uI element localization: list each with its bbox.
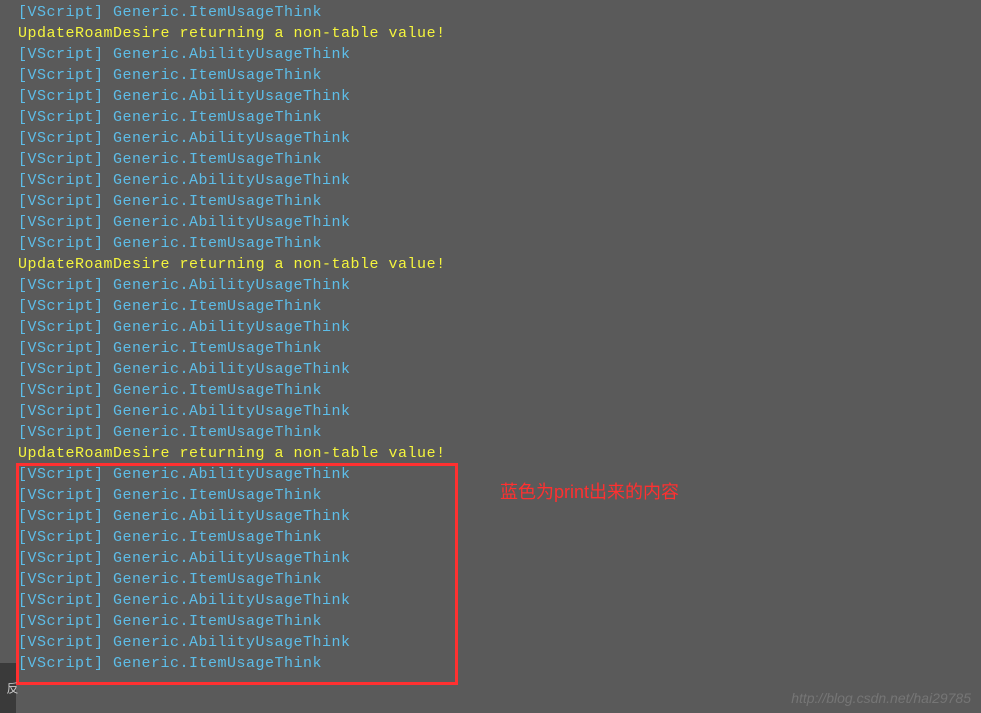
console-line: [VScript] Generic.ItemUsageThink: [18, 296, 981, 317]
console-line: UpdateRoamDesire returning a non-table v…: [18, 23, 981, 44]
console-line: [VScript] Generic.AbilityUsageThink: [18, 170, 981, 191]
console-line: [VScript] Generic.AbilityUsageThink: [18, 128, 981, 149]
console-line: [VScript] Generic.AbilityUsageThink: [18, 548, 981, 569]
console-line: [VScript] Generic.ItemUsageThink: [18, 653, 981, 674]
console-line: [VScript] Generic.ItemUsageThink: [18, 65, 981, 86]
console-line: [VScript] Generic.ItemUsageThink: [18, 233, 981, 254]
console-line: [VScript] Generic.ItemUsageThink: [18, 527, 981, 548]
console-line: [VScript] Generic.AbilityUsageThink: [18, 44, 981, 65]
console-line: [VScript] Generic.AbilityUsageThink: [18, 632, 981, 653]
console-line: [VScript] Generic.ItemUsageThink: [18, 107, 981, 128]
console-line: [VScript] Generic.AbilityUsageThink: [18, 590, 981, 611]
console-line: [VScript] Generic.AbilityUsageThink: [18, 86, 981, 107]
console-line: [VScript] Generic.AbilityUsageThink: [18, 212, 981, 233]
console-line: [VScript] Generic.ItemUsageThink: [18, 149, 981, 170]
watermark-text: http://blog.csdn.net/hai29785: [791, 688, 971, 709]
console-line: [VScript] Generic.ItemUsageThink: [18, 380, 981, 401]
console-output: [VScript] Generic.ItemUsageThinkUpdateRo…: [0, 0, 981, 674]
console-line: [VScript] Generic.ItemUsageThink: [18, 569, 981, 590]
console-line: UpdateRoamDesire returning a non-table v…: [18, 443, 981, 464]
console-line: UpdateRoamDesire returning a non-table v…: [18, 254, 981, 275]
console-line: [VScript] Generic.AbilityUsageThink: [18, 506, 981, 527]
console-line: [VScript] Generic.AbilityUsageThink: [18, 359, 981, 380]
console-line: [VScript] Generic.AbilityUsageThink: [18, 275, 981, 296]
console-line: [VScript] Generic.AbilityUsageThink: [18, 317, 981, 338]
console-line: [VScript] Generic.ItemUsageThink: [18, 611, 981, 632]
console-line: [VScript] Generic.ItemUsageThink: [18, 2, 981, 23]
annotation-text: 蓝色为print出来的内容: [500, 482, 679, 503]
left-edge-panel: 反: [0, 663, 16, 713]
console-line: [VScript] Generic.ItemUsageThink: [18, 338, 981, 359]
console-line: [VScript] Generic.ItemUsageThink: [18, 422, 981, 443]
console-line: [VScript] Generic.AbilityUsageThink: [18, 401, 981, 422]
console-line: [VScript] Generic.ItemUsageThink: [18, 191, 981, 212]
